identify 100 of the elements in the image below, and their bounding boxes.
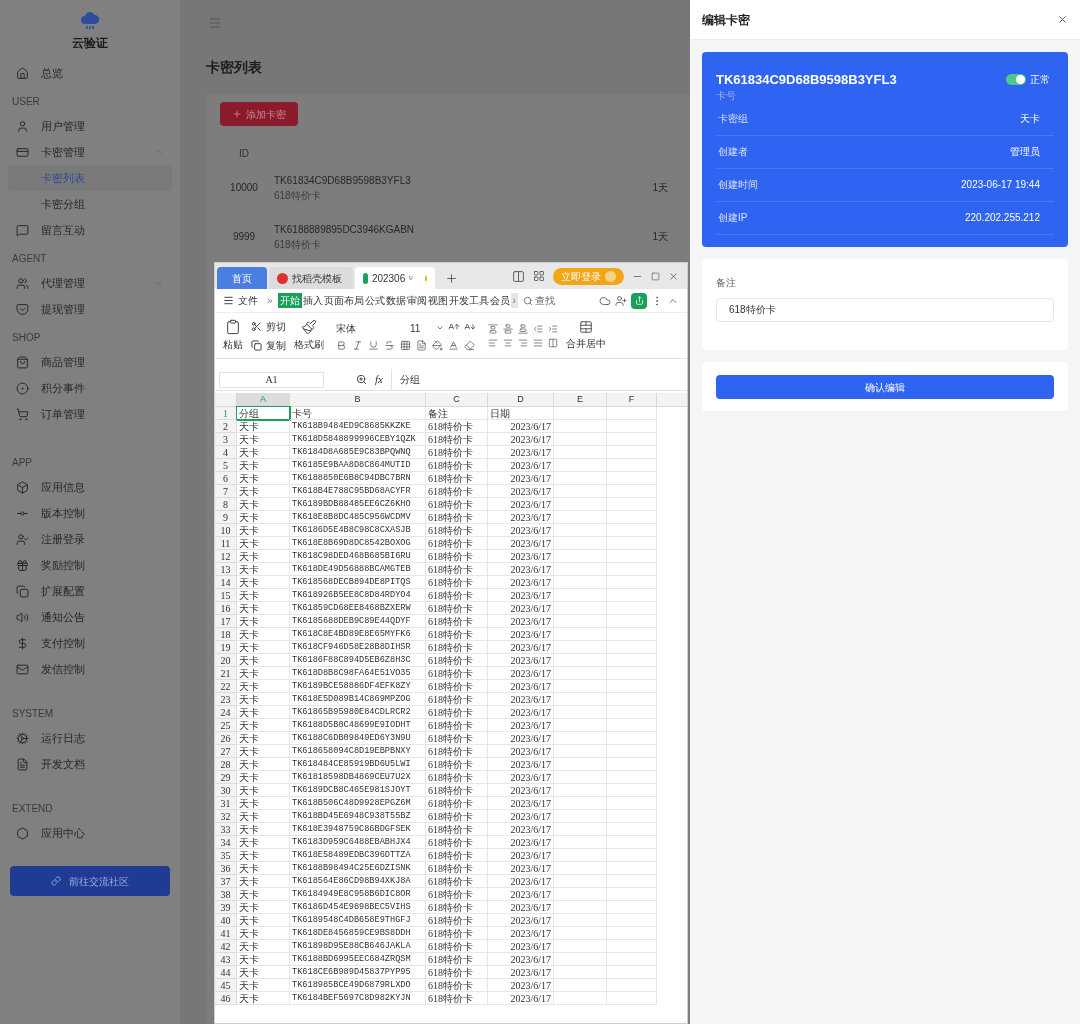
distribute-icon[interactable] [548,337,558,348]
table-cell: TK61865B95980E84CDLRCR2 [290,706,426,719]
ribbon-tab[interactable]: 会员 [489,293,510,308]
sidebar-item[interactable]: 总览 [8,60,172,86]
app-tab[interactable]: 202306 [355,267,435,289]
sidebar-item[interactable]: 应用中心 [8,820,172,846]
justify-icon[interactable] [533,337,543,348]
format-painter-label[interactable]: 格式刷 [294,337,324,352]
table-cell: 618特价卡 [426,797,488,810]
eraser-icon[interactable] [464,339,475,351]
sidebar-item[interactable]: 发信控制 [8,656,172,682]
sidebar-item[interactable]: 支付控制 [8,630,172,656]
sidebar-item[interactable]: 提现管理 [8,296,172,322]
sidebar-item[interactable]: 奖励控制 [8,552,172,578]
zoom-icon[interactable] [356,374,367,385]
column-header[interactable]: F [607,393,657,406]
sidebar-item[interactable]: 开发文档 [8,751,172,777]
ribbon-tab[interactable]: 页面布局 [323,293,364,308]
indent-icon[interactable] [548,323,558,334]
column-header[interactable]: A [237,393,290,406]
sidebar-item[interactable]: 应用信息 [8,474,172,500]
align-center-icon[interactable] [503,337,513,348]
align-top-icon[interactable] [488,323,498,334]
share-button[interactable] [631,292,647,309]
ribbon-tab[interactable]: 插入 [302,293,323,308]
ribbon-tab[interactable]: 公式 [364,293,385,308]
copy-button[interactable]: 复制 [251,337,286,353]
font-select[interactable]: 宋体 [336,320,406,336]
sidebar-item[interactable]: 商品管理 [8,349,172,375]
sidebar-item[interactable]: 扩展配置 [8,578,172,604]
sidebar-item[interactable]: 卡密管理 [8,139,172,165]
table-cell: 天卡 [237,732,290,745]
cut-button[interactable]: 剪切 [251,318,286,334]
pocket-icon [16,302,29,316]
maximize-icon[interactable] [651,271,660,281]
size-select[interactable]: 11 [410,320,444,336]
fx-label[interactable]: fx [375,371,383,388]
merge-label[interactable]: 合并居中 [566,336,606,351]
italic-icon[interactable] [352,339,363,351]
table-cell: TK61898D95E88CB646JAKLA [290,940,426,953]
status-toggle[interactable] [1006,74,1026,86]
border-icon[interactable] [400,339,411,351]
merge-icon[interactable] [579,320,593,334]
font-shrink-icon[interactable] [464,320,476,333]
add-button[interactable]: 添加卡密 [220,102,298,126]
grid-icon[interactable] [533,270,545,282]
sidebar-item[interactable]: 通知公告 [8,604,172,630]
sidebar-item[interactable]: 积分事件 [8,375,172,401]
file-menu[interactable]: 文件 [223,293,262,308]
sidebar-item[interactable]: 订单管理 [8,401,172,427]
search-button[interactable]: 查找 [522,293,555,308]
ribbon-tab[interactable]: 开发工具 [448,293,489,308]
sidebar-item[interactable]: 注册登录 [8,526,172,552]
note-field[interactable]: 618特价卡 [716,297,1054,322]
brush-icon[interactable] [301,319,317,335]
user-add-icon[interactable] [615,294,627,307]
paste-label[interactable]: 粘贴 [223,337,243,352]
sidebar-item[interactable]: 运行日志 [8,725,172,751]
sidebar-subitem[interactable]: 卡密分组 [8,191,172,217]
paste-icon[interactable] [225,319,241,335]
column-header[interactable]: D [488,393,554,406]
empty-cell [554,589,607,602]
cloud-logo-icon [80,12,100,30]
sidebar-item[interactable]: 用户管理 [8,113,172,139]
align-middle-icon[interactable] [503,323,513,334]
underline-icon[interactable] [368,339,379,351]
close-icon[interactable] [668,270,679,282]
new-tab-icon[interactable] [445,271,458,285]
app-tab[interactable]: 首页 [217,267,267,289]
bold-icon[interactable] [336,339,347,351]
layout-icon[interactable] [512,269,525,283]
fill-icon[interactable] [432,339,443,351]
ribbon-tab[interactable]: 数据 [385,293,406,308]
column-header[interactable]: E [554,393,607,406]
cloud-icon[interactable] [599,294,611,307]
app-tab[interactable]: 找稻壳模板 [269,267,353,289]
outdent-icon[interactable] [533,323,543,334]
table-cell: 618特价卡 [426,823,488,836]
sidebar-item[interactable]: 留言互动 [8,217,172,243]
row-number: 3 [215,433,237,446]
close-icon[interactable] [1057,14,1068,25]
column-header[interactable]: B [290,393,426,406]
more-chevron[interactable]: » [263,293,277,308]
sidebar-item[interactable]: 代理管理 [8,270,172,296]
strikethrough-icon[interactable] [384,339,395,351]
ribbon-tab[interactable]: 审阅 [406,293,427,308]
column-header[interactable]: C [426,393,488,406]
sidebar-item[interactable]: 版本控制 [8,500,172,526]
font-color-icon[interactable] [448,339,459,351]
cell-format-icon[interactable] [416,339,427,351]
font-grow-icon[interactable] [448,320,460,333]
ribbon-tab[interactable]: 开始 [277,293,302,308]
align-right-icon[interactable] [518,337,528,348]
community-button[interactable]: 前往交流社区 [10,866,170,896]
ribbon-tab[interactable]: 视图 [427,293,448,308]
name-box[interactable]: A1 [219,371,324,388]
align-left-icon[interactable] [488,337,498,348]
align-bottom-icon[interactable] [518,323,528,334]
formula-field[interactable]: 分组 [390,368,687,391]
confirm-button[interactable]: 确认编辑 [716,375,1054,399]
